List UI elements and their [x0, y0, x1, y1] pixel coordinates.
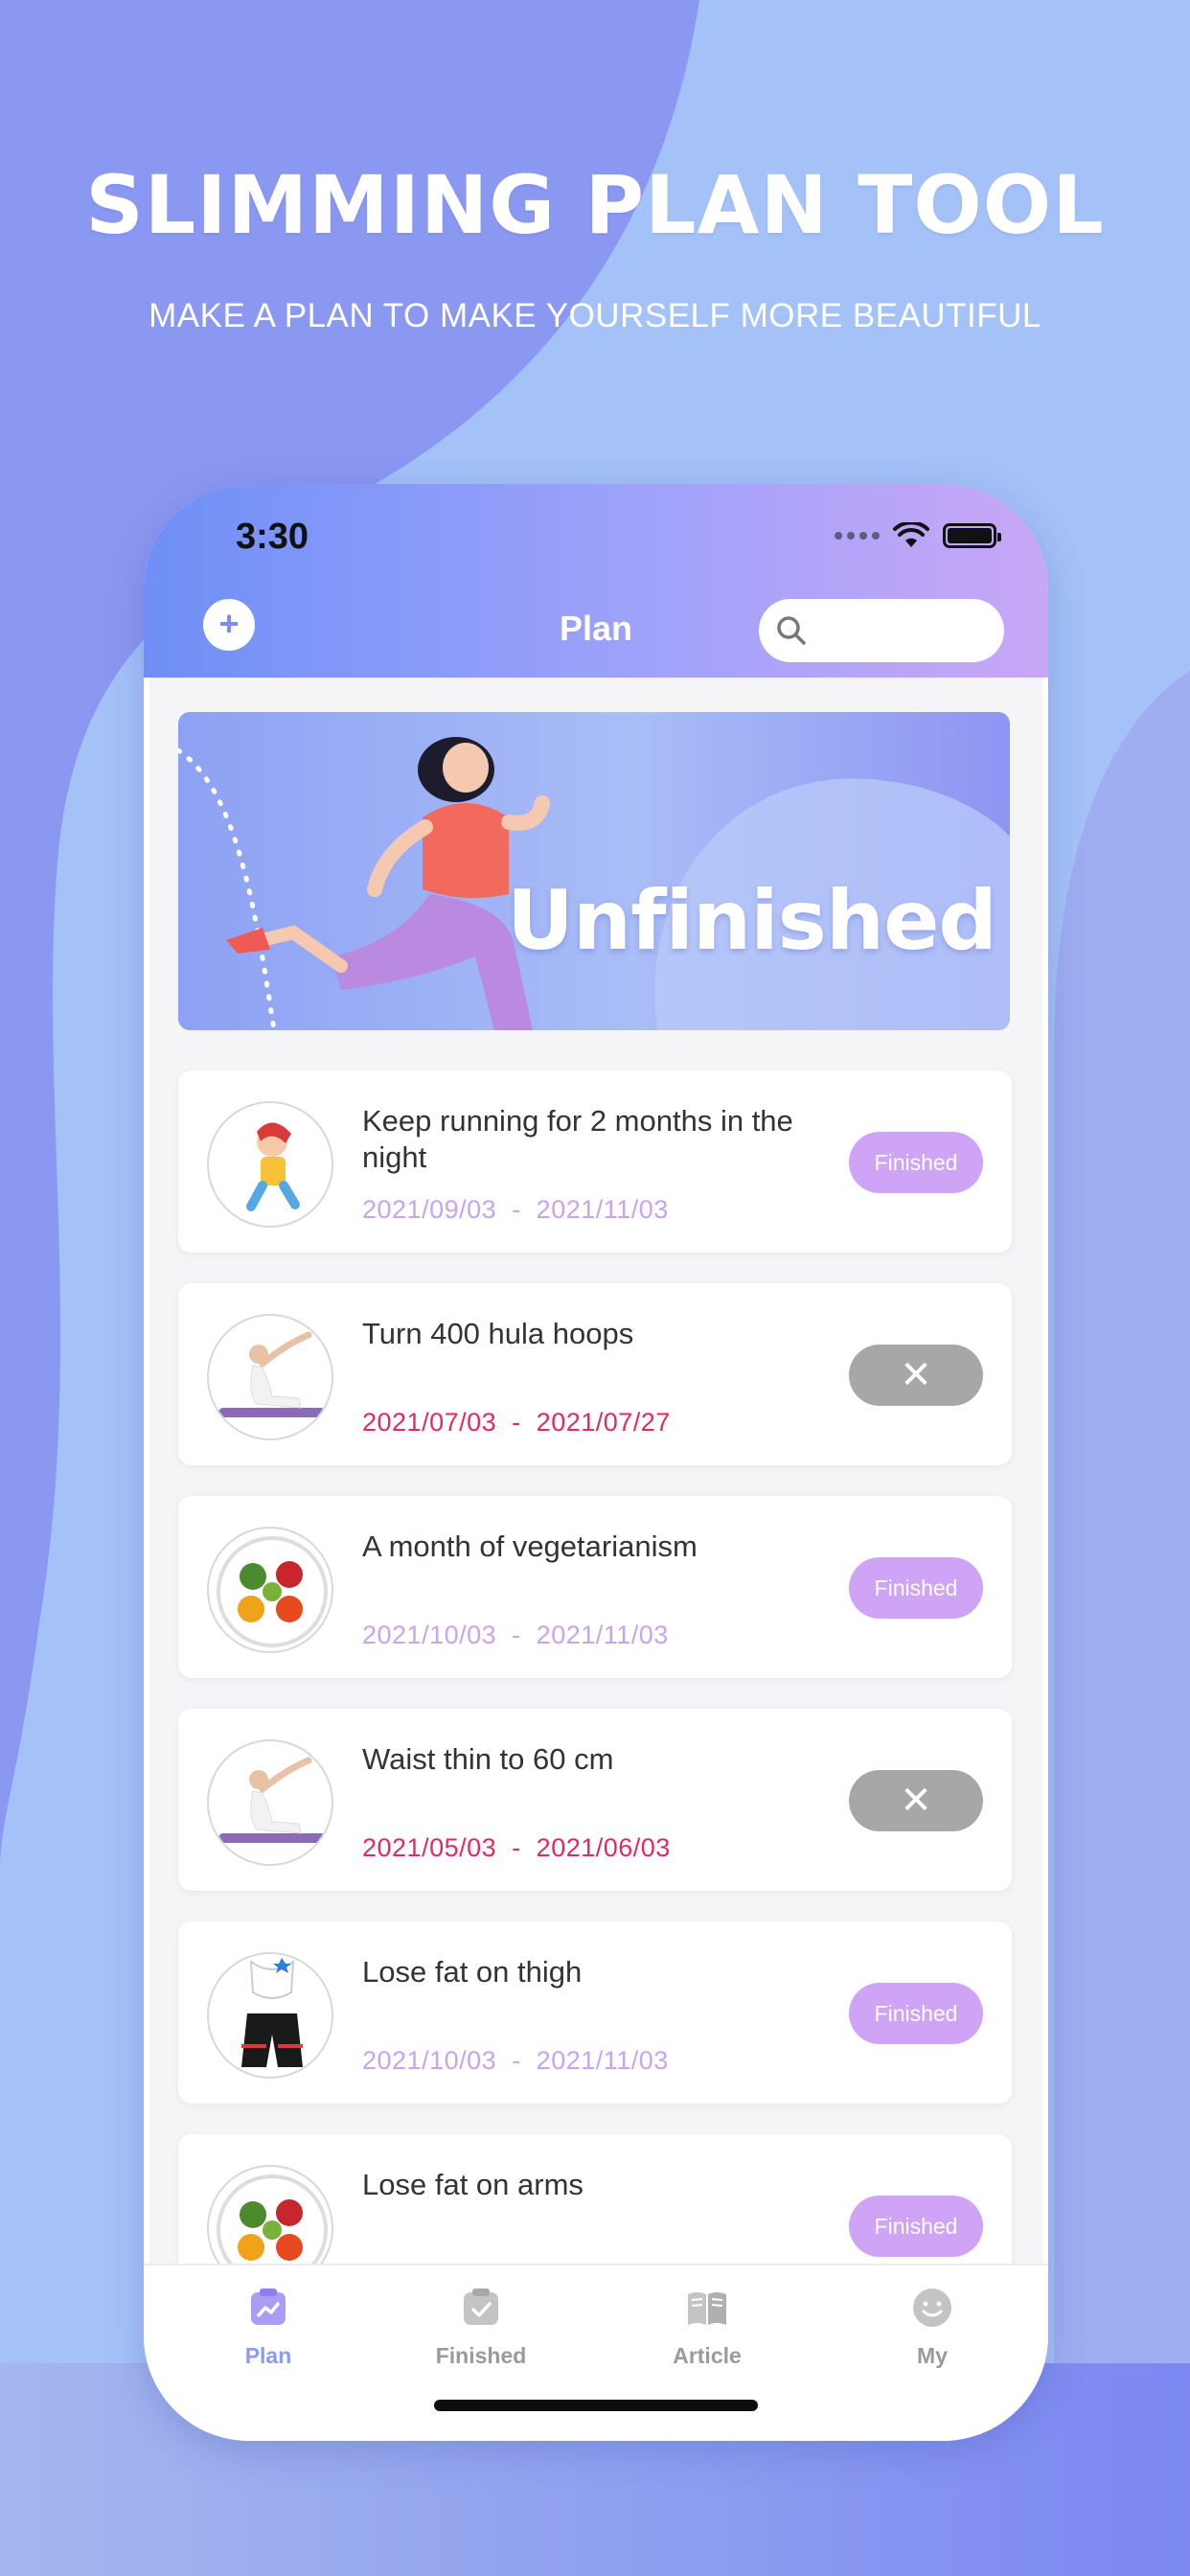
plan-dates: 2021/10/03 - 2021/11/03	[362, 1621, 669, 1649]
banner-title: Unfinished	[507, 873, 997, 969]
tab-plan[interactable]: Plan	[196, 2287, 340, 2369]
promo-subline: MAKE A PLAN TO MAKE YOURSELF MORE BEAUTI…	[149, 297, 1041, 334]
search-icon	[777, 616, 806, 645]
tab-bar: Plan Finished Article My	[144, 2264, 1048, 2441]
plan-list: Keep running for 2 months in the night 2…	[178, 1070, 1012, 2347]
plan-thumbnail	[207, 1739, 333, 1866]
tab-label: Plan	[244, 2343, 292, 2368]
plan-card[interactable]: A month of vegetarianism 2021/10/03 - 20…	[178, 1496, 1012, 1678]
cancel-button[interactable]: ✕	[849, 1770, 983, 1831]
smiley-icon	[913, 2288, 951, 2327]
wifi-icon	[893, 522, 929, 547]
plan-card[interactable]: Turn 400 hula hoops 2021/07/03 - 2021/07…	[178, 1283, 1012, 1465]
signal-icon	[835, 532, 880, 540]
clipboard-check-icon	[464, 2288, 498, 2325]
home-indicator	[434, 2400, 758, 2411]
plan-title: Waist thin to 60 cm	[362, 1742, 614, 1776]
banner-illustration	[178, 737, 1010, 1030]
battery-icon	[943, 523, 1001, 548]
plan-title: Lose fat on thigh	[362, 1955, 583, 1989]
unfinished-banner[interactable]: Unfinished	[178, 712, 1010, 1030]
finished-button[interactable]: Finished	[849, 2196, 983, 2257]
search-input[interactable]	[818, 615, 991, 646]
plan-dates: 2021/07/03 - 2021/07/27	[362, 1408, 671, 1437]
plan-icon	[251, 2288, 286, 2325]
tab-finished[interactable]: Finished	[409, 2287, 553, 2369]
finished-button[interactable]: Finished	[849, 1132, 983, 1193]
plan-card[interactable]: Waist thin to 60 cm 2021/05/03 - 2021/06…	[178, 1709, 1012, 1891]
app-header: 3:30 + Plan	[144, 484, 1048, 678]
status-icons	[835, 522, 1001, 549]
plan-title: Turn 400 hula hoops	[362, 1317, 634, 1350]
tab-label: My	[917, 2343, 948, 2368]
book-icon	[688, 2292, 726, 2325]
plan-dates: 2021/05/03 - 2021/06/03	[362, 1833, 671, 1862]
tab-article[interactable]: Article	[635, 2287, 779, 2369]
plan-thumbnail	[207, 1101, 333, 1228]
status-time: 3:30	[236, 517, 309, 557]
cancel-button[interactable]: ✕	[849, 1345, 983, 1406]
tab-my[interactable]: My	[860, 2287, 1004, 2369]
plan-card[interactable]: Keep running for 2 months in the night 2…	[178, 1070, 1012, 1253]
plan-title: A month of vegetarianism	[362, 1530, 698, 1563]
finished-button[interactable]: Finished	[849, 1557, 983, 1619]
plan-dates: 2021/09/03 - 2021/11/03	[362, 1195, 669, 1224]
tab-label: Article	[673, 2343, 742, 2368]
plan-thumbnail	[207, 1527, 333, 1653]
search-field[interactable]	[759, 599, 1004, 662]
plan-title: Lose fat on arms	[362, 2168, 584, 2201]
plan-title: Keep running for 2 months in the night	[362, 1104, 793, 1174]
finished-button[interactable]: Finished	[849, 1983, 983, 2044]
tab-label: Finished	[435, 2343, 527, 2368]
plan-card[interactable]: Lose fat on thigh 2021/10/03 - 2021/11/0…	[178, 1921, 1012, 2104]
phone-frame: 3:30 + Plan Unfinished Keep running for …	[144, 484, 1048, 2441]
plan-thumbnail	[207, 1952, 333, 2079]
plan-dates: 2021/10/03 - 2021/11/03	[362, 2046, 669, 2075]
plan-thumbnail	[207, 1314, 333, 1440]
promo-headline: SLIMMING PLAN TOOL	[85, 158, 1105, 252]
